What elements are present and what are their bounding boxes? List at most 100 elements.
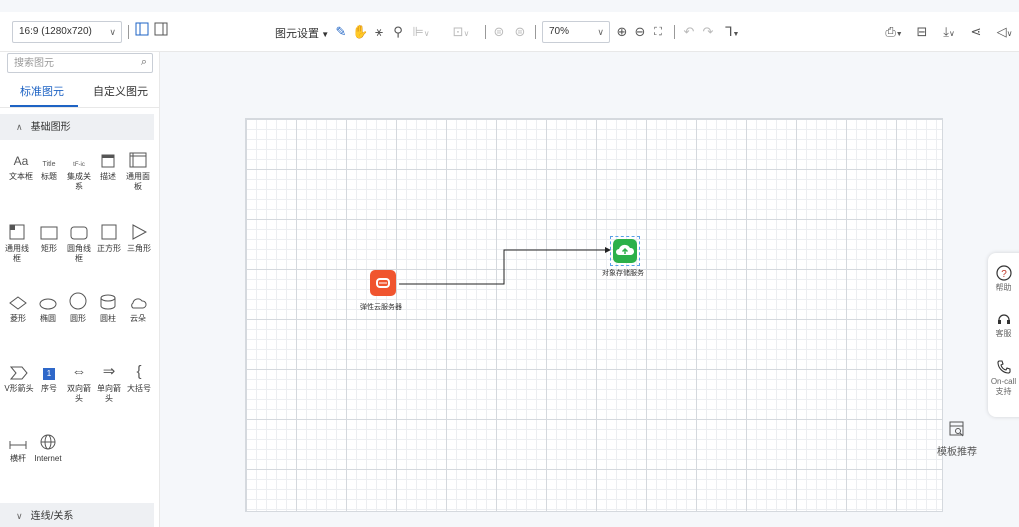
ecs-node-label: 弹性云服务器 (360, 304, 402, 311)
zoom-select[interactable]: 70% ∨ (542, 21, 610, 43)
shape-cylinder[interactable]: 圆柱 (93, 288, 123, 324)
toolbar-divider (674, 25, 675, 39)
shape-title[interactable]: Title 标题 (34, 146, 64, 182)
caret-down-icon: ▼ (319, 30, 330, 39)
preview-icon[interactable]: ⊟ (914, 22, 930, 42)
shape-rounded-frame[interactable]: 圆角线框 (64, 218, 94, 264)
obs-node-label: 对象存储服务 (602, 270, 644, 277)
obs-node[interactable] (613, 239, 637, 263)
frame-icon (2, 218, 32, 240)
shape-sequence-number[interactable]: 1 序号 (34, 358, 64, 394)
drawing-canvas[interactable]: 弹性云服务器 对象存储服务 (245, 118, 943, 512)
help-icon: ? (988, 265, 1019, 283)
shape-label: 文本框 (9, 172, 33, 181)
template-recommend-button[interactable]: 模板推荐 (932, 421, 982, 458)
shape-integration[interactable]: tF-ic 集成关系 (64, 146, 94, 192)
left-panel-toggle-icon[interactable] (134, 22, 150, 42)
group-icon[interactable]: ⊡∨ (448, 22, 474, 42)
help-button[interactable]: ? 帮助 (988, 265, 1019, 293)
shape-label: 矩形 (41, 244, 57, 253)
shape-square[interactable]: 正方形 (94, 218, 124, 254)
single-arrow-icon: ⇒ (102, 363, 116, 380)
brush-icon[interactable]: ⚲ (390, 22, 406, 42)
layer-down-icon[interactable]: ⊜ (512, 22, 528, 42)
share-icon[interactable]: ⋖ (968, 22, 984, 42)
select-area-icon[interactable]: ⚹ (371, 22, 387, 42)
shape-diamond[interactable]: 菱形 (3, 288, 33, 324)
shape-label: 描述 (100, 172, 116, 181)
description-icon (93, 146, 123, 168)
shape-label: 菱形 (10, 314, 26, 323)
internet-icon (33, 428, 63, 450)
shape-description[interactable]: 描述 (93, 146, 123, 182)
save-icon[interactable]: ⎙▼ (880, 22, 908, 42)
shape-label: 椭圆 (40, 314, 56, 323)
sequence-number-glyph: 1 (43, 368, 55, 380)
zoom-out-icon[interactable]: ⊖ (632, 22, 648, 42)
shape-label: 横杆 (10, 454, 26, 463)
customer-service-label: 客服 (995, 329, 1012, 338)
triangle-icon (124, 218, 154, 240)
shape-brace[interactable]: { 大括号 (124, 358, 154, 394)
shape-panel[interactable]: 通用面板 (123, 146, 153, 192)
redo-icon[interactable]: ↷ (700, 22, 716, 42)
element-settings-label: 图元设置 (275, 28, 319, 40)
shape-label: 圆形 (70, 314, 86, 323)
connector-line (399, 247, 611, 285)
format-painter-icon[interactable]: ✎ (333, 22, 349, 42)
rounded-frame-icon (64, 218, 94, 240)
oncall-label: On-call 支持 (990, 377, 1017, 396)
shape-label: V形箭头 (4, 384, 34, 393)
connector-layer (399, 247, 611, 285)
shape-beam[interactable]: 横杆 (3, 428, 33, 464)
customer-service-icon (988, 311, 1019, 329)
shape-internet[interactable]: Internet (33, 428, 63, 464)
shape-double-arrow[interactable]: ⇔ 双向箭头 (64, 358, 94, 404)
zoom-in-icon[interactable]: ⊕ (614, 22, 630, 42)
section-connectors[interactable]: ∨ 连线/关系 (0, 503, 154, 527)
shape-search-box[interactable]: ⌕ (7, 53, 153, 73)
fit-screen-icon[interactable]: ⛶ (650, 22, 666, 42)
tab-custom-elements[interactable]: 自定义图元 (93, 83, 148, 99)
search-icon[interactable]: ⌕ (141, 56, 147, 69)
toolbar-divider (485, 25, 486, 39)
rectangle-icon (34, 218, 64, 240)
shape-frame[interactable]: 通用线框 (2, 218, 32, 264)
right-panel-toggle-icon[interactable] (153, 22, 169, 42)
align-icon[interactable]: ⊫∨ (408, 22, 434, 42)
shape-search-input[interactable] (8, 54, 128, 72)
panel-icon (123, 146, 153, 168)
shape-rectangle[interactable]: 矩形 (34, 218, 64, 254)
send-icon[interactable]: ◁∨ (990, 22, 1019, 42)
element-settings-menu[interactable]: 图元设置 ▼ (275, 25, 329, 41)
section-basic-shapes[interactable]: ∧ 基础图形 (0, 114, 154, 140)
ellipse-icon (33, 288, 63, 310)
undo-icon[interactable]: ↶ (681, 22, 697, 42)
shape-triangle[interactable]: 三角形 (124, 218, 154, 254)
tab-standard-elements[interactable]: 标准图元 (20, 83, 64, 99)
top-toolbar: 16:9 (1280x720) ∨ 图元设置 ▼ ✎ ✋ ⚹ ⚲ ⊫∨ ⊡∨ ⊜… (0, 12, 1019, 52)
page-size-select[interactable]: 16:9 (1280x720) ∨ (12, 21, 122, 43)
customer-service-button[interactable]: 客服 (988, 311, 1019, 339)
hand-pan-icon[interactable]: ✋ (352, 22, 368, 42)
ecs-node[interactable] (370, 270, 396, 296)
shape-circle[interactable]: 圆形 (63, 288, 93, 324)
shape-label: 通用面板 (126, 172, 150, 191)
shape-chevron-arrow[interactable]: V形箭头 (4, 358, 34, 394)
oncall-support-button[interactable]: On-call 支持 (988, 359, 1019, 397)
integration-icon: tF-ic (73, 162, 85, 168)
shape-text-box[interactable]: Aa 文本框 (6, 146, 36, 182)
cloud-icon (123, 288, 153, 310)
shape-ellipse[interactable]: 椭圆 (33, 288, 63, 324)
svg-text:?: ? (1001, 269, 1007, 280)
shape-single-arrow[interactable]: ⇒ 单向箭头 (94, 358, 124, 404)
chevron-down-icon: ∨ (597, 27, 604, 37)
download-icon[interactable]: ⤓∨ (936, 22, 962, 42)
layer-up-icon[interactable]: ⊜ (491, 22, 507, 42)
connector-style-icon[interactable]: ᒣ▼ (720, 22, 744, 42)
brace-icon: { (136, 363, 142, 380)
circle-icon (63, 288, 93, 310)
help-label: 帮助 (995, 283, 1012, 292)
shape-label: 圆角线框 (67, 244, 91, 263)
shape-cloud[interactable]: 云朵 (123, 288, 153, 324)
